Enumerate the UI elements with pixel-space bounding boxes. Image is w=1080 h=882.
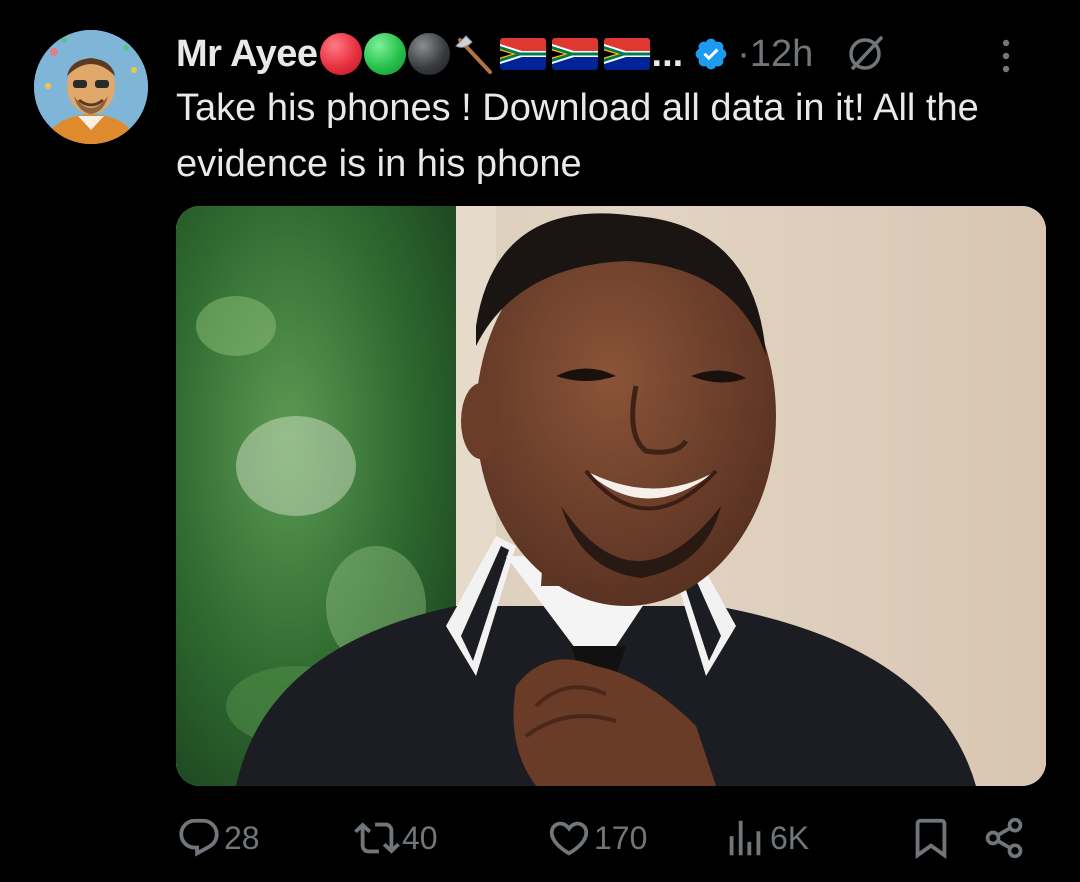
views-chart-icon — [722, 815, 768, 861]
bookmark-button[interactable] — [908, 810, 954, 866]
tweet-timestamp[interactable]: ·12h — [737, 33, 813, 76]
reply-count: 28 — [224, 819, 260, 856]
author-display-name[interactable]: Mr Ayee — [176, 33, 318, 76]
share-icon — [982, 816, 1026, 860]
verified-badge-icon[interactable] — [693, 36, 729, 72]
bookmark-icon — [908, 815, 954, 861]
tweet-action-bar: 28 40 170 6K — [176, 810, 1036, 866]
south-africa-flag-icon — [499, 38, 546, 70]
more-options-icon[interactable] — [998, 36, 1014, 76]
time-text: 12h — [749, 32, 814, 75]
south-africa-flag-icon — [551, 38, 598, 70]
views-count: 6K — [770, 819, 810, 856]
name-emoji-row — [319, 32, 650, 76]
tweet-photo[interactable] — [176, 206, 1046, 786]
grok-icon[interactable] — [843, 32, 887, 76]
name-truncation: ... — [651, 32, 684, 75]
black-circle-icon — [407, 33, 450, 75]
tweet-header: Mr Ayee ... ·12h — [176, 22, 1056, 86]
tweet-text: Take his phones ! Download all data in i… — [176, 87, 979, 185]
like-button[interactable]: 170 — [546, 810, 647, 866]
separator-dot: · — [737, 32, 750, 75]
reply-button[interactable]: 28 — [176, 810, 260, 866]
axe-icon — [452, 32, 496, 76]
repost-button[interactable]: 40 — [354, 810, 438, 866]
heart-icon — [546, 815, 592, 861]
author-avatar[interactable] — [34, 30, 148, 144]
green-circle-icon — [363, 33, 406, 75]
repost-count: 40 — [402, 819, 438, 856]
south-africa-flag-icon — [603, 38, 650, 70]
repost-icon — [354, 815, 400, 861]
red-circle-icon — [319, 33, 362, 75]
reply-icon — [176, 815, 222, 861]
like-count: 170 — [594, 819, 648, 856]
views-button[interactable]: 6K — [722, 810, 809, 866]
share-button[interactable] — [982, 810, 1026, 866]
